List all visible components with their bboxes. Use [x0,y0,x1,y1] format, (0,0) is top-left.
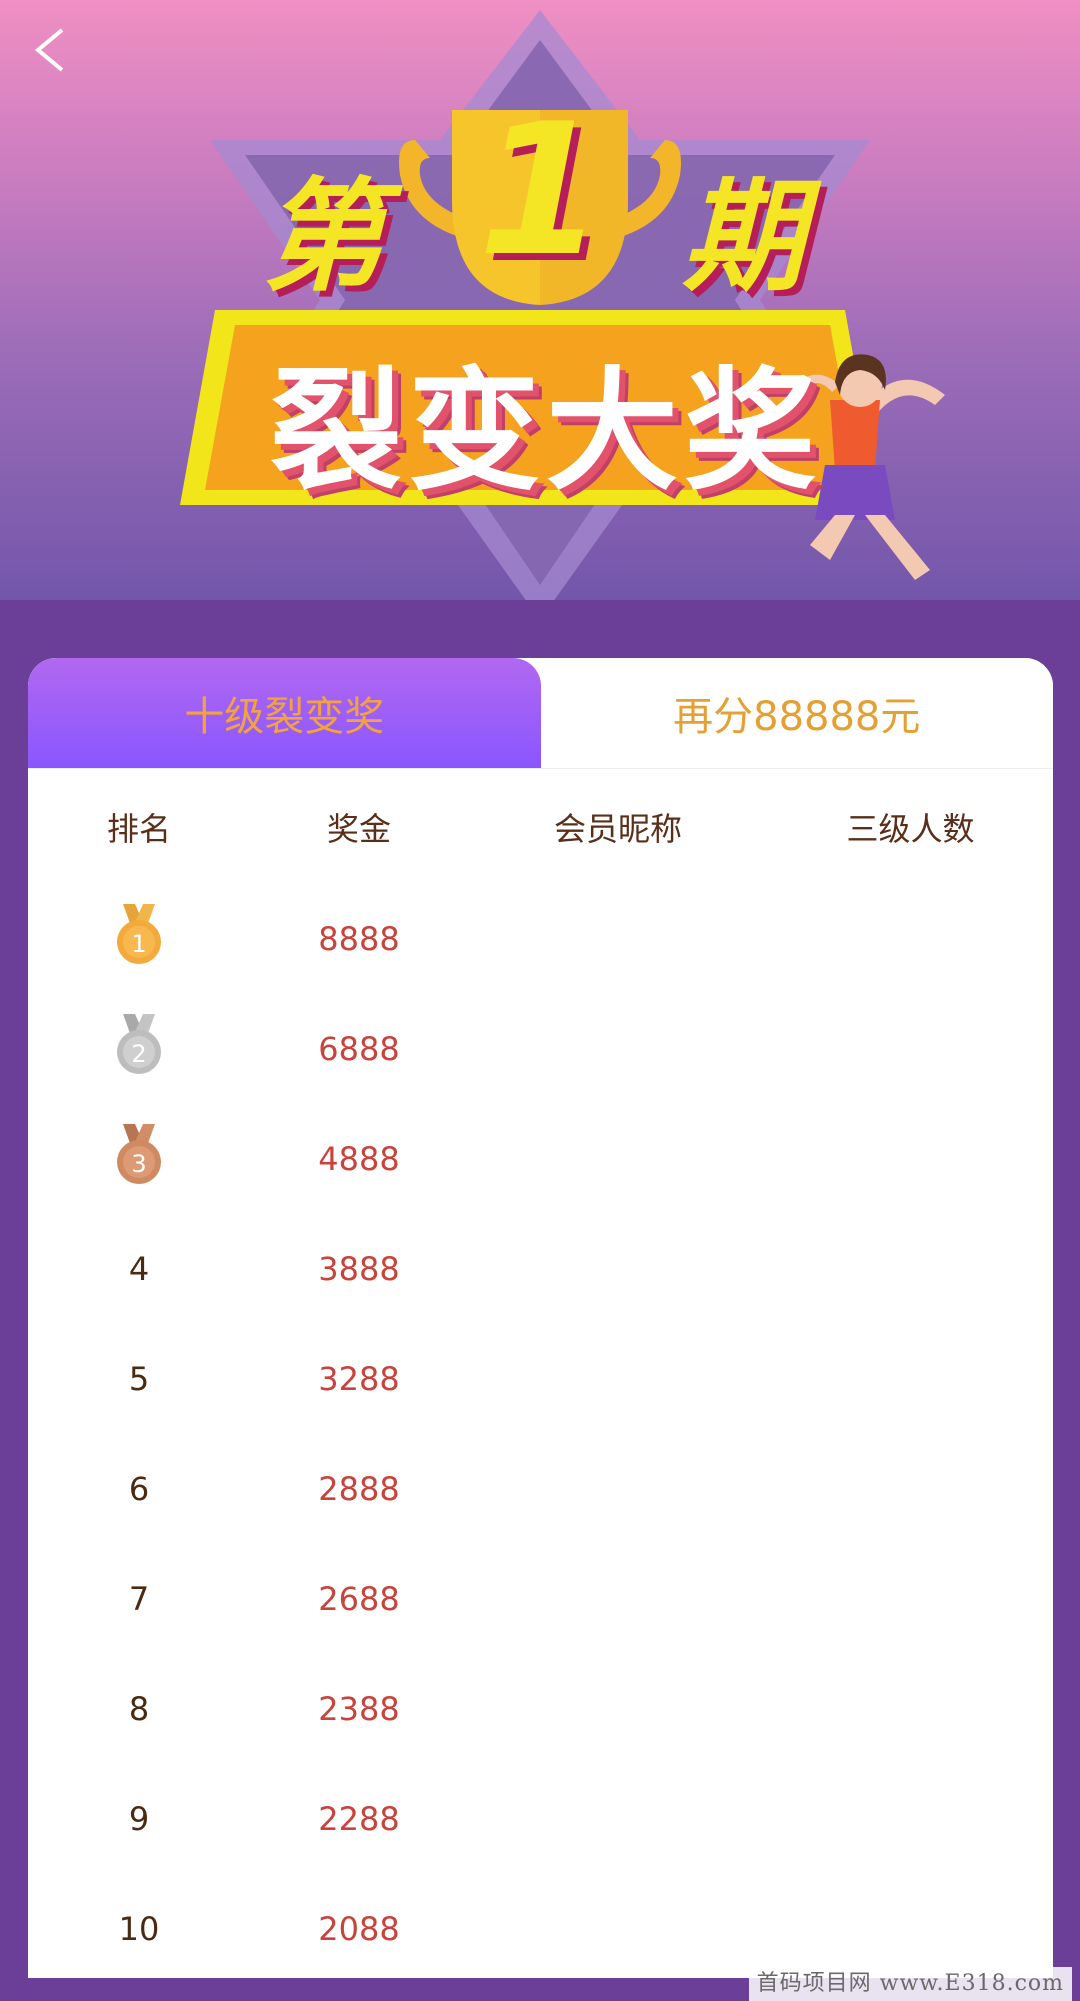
svg-text:1: 1 [131,930,146,958]
header-nickname: 会员昵称 [553,809,682,848]
silver-medal-icon: 2 [115,1014,163,1076]
chevron-left-icon [34,28,64,72]
rank-cell: 8 [128,1690,150,1728]
header-amount: 奖金 [326,809,391,848]
period-suffix: 期 [682,166,804,308]
table-header: 排名 奖金 会员昵称 三级人数 [28,769,1053,884]
table-row: 5 3288 [28,1324,1053,1434]
table-row: 1 8888 [28,884,1053,994]
tab-extra-bonus[interactable]: 再分88888元 [540,658,1053,768]
table-row: 4 3888 [28,1214,1053,1324]
table-row: 10 2088 [28,1874,1053,1978]
rank-cell: 10 [118,1910,160,1948]
period-title: 第 1 期 [0,84,1080,308]
rank-cell: 6 [128,1470,150,1508]
svg-text:2: 2 [131,1040,146,1068]
amount-cell: 6888 [318,1030,400,1068]
table-row: 6 2888 [28,1434,1053,1544]
amount-cell: 2288 [318,1800,400,1838]
rank-cell: 5 [128,1360,150,1398]
period-prefix: 第 [262,166,384,308]
period-number: 1 [478,84,605,296]
gold-medal-icon: 1 [115,904,163,966]
header-rank: 排名 [106,809,171,848]
rank-cell: 7 [128,1580,150,1618]
amount-cell: 2688 [318,1580,400,1618]
header-count: 三级人数 [846,809,975,848]
amount-cell: 3888 [318,1250,400,1288]
rank-cell: 1 [28,904,250,974]
promo-banner: 第 1 期 裂变大奖 [0,0,1080,600]
amount-cell: 4888 [318,1140,400,1178]
rank-cell: 4 [128,1250,150,1288]
ranking-list: 1 8888 2 6888 3 4888 4 3888 5 3288 6 288… [28,884,1053,1978]
bronze-medal-icon: 3 [115,1124,163,1186]
amount-cell: 2088 [318,1910,400,1948]
rank-cell: 3 [28,1124,250,1194]
amount-cell: 2388 [318,1690,400,1728]
watermark: 首码项目网 www.E318.com [748,1967,1072,2001]
amount-cell: 2888 [318,1470,400,1508]
rank-cell: 9 [128,1800,150,1838]
back-button[interactable] [28,22,88,82]
tab-bar: 十级裂变奖 再分88888元 [28,658,1053,769]
table-row: 9 2288 [28,1764,1053,1874]
table-row: 2 6888 [28,994,1053,1104]
svg-text:3: 3 [131,1150,146,1178]
amount-cell: 8888 [318,920,400,958]
table-row: 8 2388 [28,1654,1053,1764]
amount-cell: 3288 [318,1360,400,1398]
table-row: 3 4888 [28,1104,1053,1214]
ranking-card: 十级裂变奖 再分88888元 排名 奖金 会员昵称 三级人数 1 8888 2 … [28,658,1053,1978]
table-row: 7 2688 [28,1544,1053,1654]
main-title: 裂变大奖 [270,355,822,509]
tab-ten-level-award[interactable]: 十级裂变奖 [28,658,541,768]
rank-cell: 2 [28,1014,250,1084]
